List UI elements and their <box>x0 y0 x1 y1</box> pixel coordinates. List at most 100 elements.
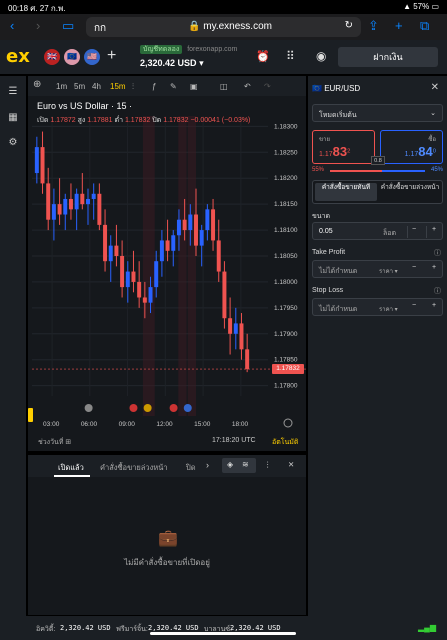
close-icon[interactable]: ✕ <box>431 82 439 93</box>
date-range-button[interactable]: ช่วงวันที่ ⊞ <box>38 437 71 448</box>
chart-type-icon[interactable]: ⫶ <box>132 82 134 92</box>
candle-body <box>34 147 39 174</box>
volume-label: ขนาด <box>312 213 331 220</box>
tp-increase-button[interactable]: + <box>432 264 436 271</box>
account-selector[interactable]: บัญชีทดลอง forexonapp.com 2,320.42 USD ▾ <box>140 44 237 69</box>
address-bar[interactable]: กก 🔒 my.exness.com ↻ <box>86 17 361 37</box>
economic-event-marker <box>84 404 93 412</box>
news-event-highlight <box>142 116 155 416</box>
timeframe-4h[interactable]: 4h <box>92 82 101 91</box>
price-chart[interactable]: 1.18300 1.18250 1.18200 1.18150 1.18100 1.180… <box>28 96 306 451</box>
layout-icon[interactable]: ▣ <box>190 82 198 91</box>
price-tick-label: 1.18050 <box>274 253 298 260</box>
draw-icon[interactable]: ✎ <box>170 82 177 91</box>
header-balance: 2,320.42 USD <box>140 58 197 68</box>
account-type-badge: บัญชีทดลอง <box>140 45 183 54</box>
instrument-tab-3[interactable]: 🇺🇸 <box>84 49 100 65</box>
ohlc-line: เปิด 1.17872 สูง 1.17881 ต่ำ 1.17832 ปิด… <box>37 117 251 124</box>
layers-icon[interactable]: ◈ <box>227 460 233 469</box>
back-icon[interactable]: ‹ <box>10 18 14 33</box>
profile-icon[interactable]: ◉ <box>316 49 326 63</box>
timeframe-15m[interactable]: 15m <box>110 82 126 91</box>
menu-list-icon[interactable]: ☰ <box>7 86 19 98</box>
sl-unit-select[interactable]: ราคา ▾ <box>379 304 398 314</box>
add-indicator-icon[interactable]: ⊕ <box>33 79 41 90</box>
tab-pending-orders[interactable]: คำสั่งซื้อขายล่วงหน้า <box>100 462 168 474</box>
reload-icon[interactable]: ↻ <box>345 20 353 31</box>
auto-scale-button[interactable]: อัตโนมัติ <box>272 437 298 448</box>
info-icon[interactable]: ⓘ <box>434 248 441 258</box>
candle-body <box>159 240 164 262</box>
volume-decrease-button[interactable]: − <box>412 226 416 233</box>
volume-input[interactable]: 0.05 ล็อต − + <box>312 222 443 240</box>
book-icon[interactable]: ▭ <box>62 18 74 34</box>
candle-body <box>194 214 198 246</box>
alarm-clock-icon[interactable]: ⏰ <box>256 50 270 63</box>
time-tick-label: 03:00 <box>43 421 60 428</box>
reader-aa-button[interactable]: กก <box>94 21 106 36</box>
take-profit-input[interactable]: ไม่ได้กำหนด ราคา ▾ − + <box>312 260 443 278</box>
tab-pending-order[interactable]: คำสั่งซื้อขายล่วงหน้า <box>379 183 441 201</box>
economic-event-marker <box>129 404 138 412</box>
tab-closed[interactable]: ปิด <box>186 462 196 474</box>
forward-icon[interactable]: › <box>36 18 40 33</box>
close-panel-icon[interactable]: ✕ <box>288 460 294 469</box>
candle-body <box>51 204 56 220</box>
candle-body <box>46 183 51 220</box>
order-mode-select[interactable]: โหมดเริ่มต้น ⌄ <box>312 104 443 122</box>
stop-loss-input[interactable]: ไม่ได้กำหนด ราคา ▾ − + <box>312 298 443 316</box>
buy-price: 1.17840 <box>404 144 436 159</box>
tab-market-order[interactable]: คำสั่งซื้อขายทันที <box>315 183 377 201</box>
signal-icon: ▂▄▆ <box>418 623 436 632</box>
candle-series <box>32 131 306 373</box>
tabs-icon[interactable]: ⧉ <box>420 18 429 34</box>
tp-decrease-button[interactable]: − <box>412 264 416 271</box>
time-tick-label: 15:00 <box>194 421 211 428</box>
camera-icon[interactable]: ◫ <box>220 82 228 91</box>
calendar-icon[interactable]: ▦ <box>7 112 19 124</box>
buy-button[interactable]: ซื้อ 1.17840 <box>380 130 443 164</box>
exness-logo: ex <box>6 46 30 67</box>
left-rail: ☰ ▦ ⚙ <box>0 76 26 616</box>
instrument-tab-2[interactable]: 🇪🇺 <box>64 49 80 65</box>
sl-decrease-button[interactable]: − <box>412 302 416 309</box>
chart-drag-handle[interactable] <box>28 408 33 422</box>
settings-gear-icon[interactable]: ⚙ <box>7 137 19 149</box>
battery-indicator: ▲ 57% ▭ <box>403 2 439 11</box>
deposit-button[interactable]: ฝากเงิน <box>338 47 438 67</box>
indicators-icon[interactable]: ƒ <box>152 82 156 91</box>
add-instrument-icon[interactable]: + <box>107 47 116 65</box>
timeframe-1m[interactable]: 1m <box>56 82 67 91</box>
price-tick-label: 1.17800 <box>274 383 298 390</box>
sell-button[interactable]: ขาย 1.17832 <box>312 130 375 164</box>
apps-grid-icon[interactable]: ⠿ <box>286 49 295 63</box>
info-icon[interactable]: ⓘ <box>434 286 441 296</box>
account-server: forexonapp.com <box>187 46 238 53</box>
sl-increase-button[interactable]: + <box>432 302 436 309</box>
stack-icon[interactable]: ≋ <box>242 460 249 469</box>
new-tab-icon[interactable]: + <box>395 18 403 33</box>
price-tick-label: 1.18200 <box>274 175 298 182</box>
more-options-icon[interactable]: ⋮ <box>264 460 272 469</box>
price-tick-label: 1.17950 <box>274 305 298 312</box>
candle-body <box>228 318 233 334</box>
chevron-right-icon[interactable]: › <box>206 460 209 470</box>
candle-body <box>239 323 244 350</box>
candle-body <box>57 204 62 215</box>
instrument-tab-1[interactable]: 🇬🇧 <box>44 49 60 65</box>
candle-body <box>233 323 238 334</box>
url-text: 🔒 my.exness.com <box>188 21 272 32</box>
tab-open-positions[interactable]: เปิดแล้ว <box>58 462 84 474</box>
sell-sentiment-fill <box>330 170 383 172</box>
timeframe-5m[interactable]: 5m <box>74 82 85 91</box>
redo-icon[interactable]: ↷ <box>264 82 271 91</box>
share-icon[interactable]: ⇪ <box>368 18 379 34</box>
candle-body <box>216 240 221 272</box>
tp-unit-select[interactable]: ราคา ▾ <box>379 266 398 276</box>
candle-body <box>199 230 204 246</box>
candle-body <box>108 245 113 262</box>
free-margin-value: 2,320.42 USD <box>148 624 199 632</box>
time-tick-label: 06:00 <box>81 421 98 428</box>
undo-icon[interactable]: ↶ <box>244 82 251 91</box>
volume-increase-button[interactable]: + <box>432 226 436 233</box>
